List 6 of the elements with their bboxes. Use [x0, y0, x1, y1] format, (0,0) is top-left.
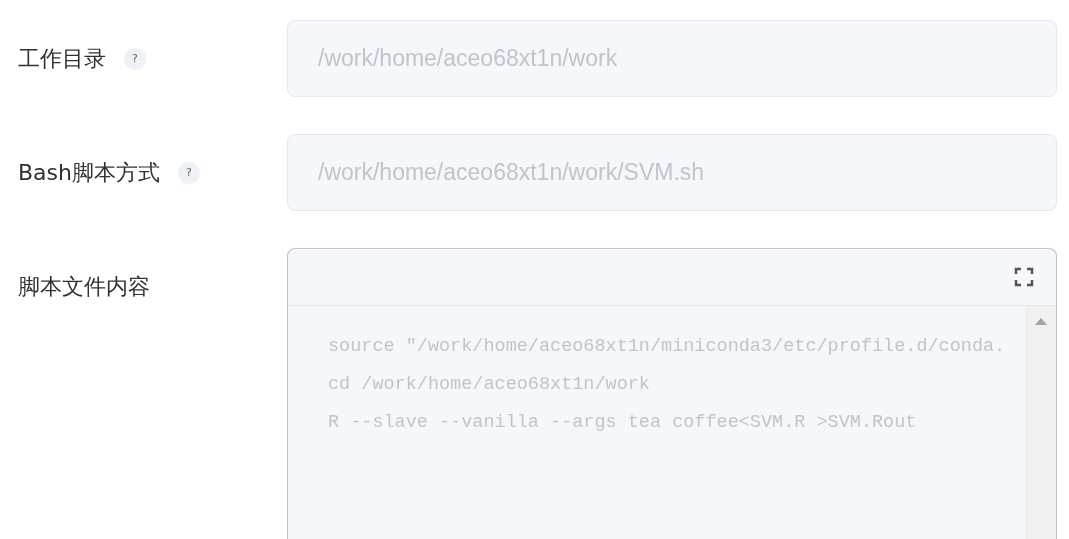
- field-label: 脚本文件内容: [18, 273, 150, 301]
- field-label: Bash脚本方式: [18, 158, 160, 187]
- scrollbar[interactable]: [1025, 306, 1056, 539]
- field-label: 工作目录: [18, 44, 106, 73]
- fullscreen-icon[interactable]: [1014, 267, 1034, 287]
- scroll-up-icon[interactable]: [1034, 318, 1047, 325]
